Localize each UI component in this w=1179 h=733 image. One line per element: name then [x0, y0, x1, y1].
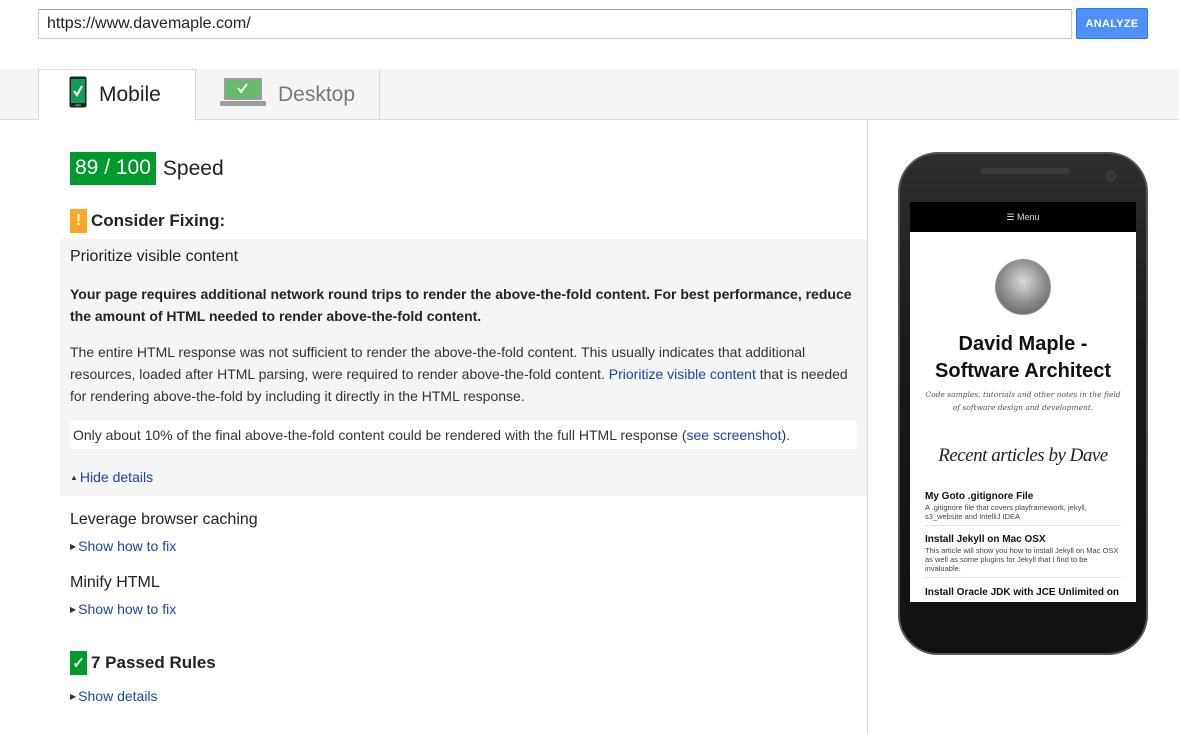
rule-body: The entire HTML response was not suffici…: [70, 341, 860, 407]
url-bar: ANALYZE: [0, 0, 1179, 70]
url-input[interactable]: [38, 9, 1072, 39]
show-details-label: Show details: [78, 688, 158, 704]
show-how-to-fix-caching[interactable]: ▶ Show how to fix: [70, 538, 176, 554]
passed-rules-label: 7 Passed Rules: [91, 653, 216, 672]
author-avatar: [995, 259, 1051, 315]
hide-details-label: Hide details: [79, 469, 154, 485]
tab-mobile-label: Mobile: [99, 83, 161, 106]
rule-note-text-end: ).: [781, 427, 791, 443]
mobile-preview-phone: ☰ Menu David Maple - Software Architect …: [898, 152, 1148, 655]
warning-icon: !: [70, 209, 87, 233]
article-item: My Goto .gitignore File A .gitignore fil…: [925, 490, 1121, 526]
triangle-right-icon: ▶: [70, 604, 77, 614]
show-details-toggle[interactable]: ▶ Show details: [70, 688, 158, 704]
mobile-phone-icon: [69, 76, 87, 114]
triangle-up-icon: ▲: [70, 472, 78, 482]
article-item: Install Jekyll on Mac OSX This article w…: [925, 533, 1121, 578]
phone-camera: [1106, 171, 1116, 181]
site-subtitle: Code samples, tutorials and other notes …: [925, 390, 1121, 412]
triangle-right-icon: ▶: [70, 541, 77, 551]
column-divider: [867, 120, 868, 733]
site-title: David Maple - Software Architect: [910, 331, 1136, 385]
prioritize-visible-content-link[interactable]: Prioritize visible content: [609, 366, 756, 382]
rule-title-prioritize[interactable]: Prioritize visible content: [70, 248, 238, 266]
analyze-button[interactable]: ANALYZE: [1076, 8, 1148, 39]
show-how-to-fix-label: Show how to fix: [78, 601, 177, 617]
triangle-right-icon: ▶: [70, 691, 77, 701]
rule-title-minify[interactable]: Minify HTML: [70, 574, 160, 592]
phone-speaker: [980, 168, 1070, 174]
site-title-line1: David Maple -: [958, 333, 1088, 355]
article-desc: This article will show you how to instal…: [925, 546, 1119, 573]
passed-rules-heading: ✓ 7 Passed Rules: [70, 651, 216, 675]
hide-details-toggle[interactable]: ▲ Hide details: [70, 469, 153, 485]
consider-fixing-label: Consider Fixing:: [91, 211, 226, 230]
show-how-to-fix-minify[interactable]: ▶ Show how to fix: [70, 601, 176, 617]
desktop-monitor-icon: [220, 77, 266, 113]
show-how-to-fix-label: Show how to fix: [78, 538, 177, 554]
score-label: Speed: [162, 156, 224, 180]
rule-note: Only about 10% of the final above-the-fo…: [70, 421, 857, 449]
site-menu-bar: ☰ Menu: [910, 202, 1136, 232]
tab-mobile[interactable]: Mobile: [38, 69, 196, 121]
rule-title-caching[interactable]: Leverage browser caching: [70, 511, 258, 529]
tab-desktop[interactable]: Desktop: [196, 69, 380, 120]
phone-screen: ☰ Menu David Maple - Software Architect …: [910, 202, 1136, 602]
recent-articles-heading: Recent articles by Dave: [938, 445, 1108, 466]
site-title-line2: Software Architect: [935, 360, 1111, 382]
article-title: Install Jekyll on Mac OSX: [925, 534, 1046, 545]
rule-summary: Your page requires additional network ro…: [70, 286, 852, 324]
article-desc: A .gitignore file that covers playframew…: [925, 503, 1087, 521]
article-title: Install Oracle JDK with JCE Unlimited on: [925, 587, 1119, 598]
device-tabs: Mobile Desktop: [0, 69, 1179, 121]
speed-score: 89 / 100 Speed: [70, 152, 224, 185]
rule-note-text: Only about 10% of the final above-the-fo…: [73, 427, 687, 443]
consider-fixing-heading: ! Consider Fixing:: [70, 209, 225, 233]
article-item: Install Oracle JDK with JCE Unlimited on: [925, 586, 1121, 602]
score-badge: 89 / 100: [70, 152, 156, 185]
article-title: My Goto .gitignore File: [925, 491, 1034, 502]
checkmark-icon: ✓: [70, 651, 87, 675]
tab-desktop-label: Desktop: [278, 82, 356, 106]
menu-label: ☰ Menu: [1006, 211, 1040, 222]
see-screenshot-link[interactable]: see screenshot: [687, 427, 782, 443]
